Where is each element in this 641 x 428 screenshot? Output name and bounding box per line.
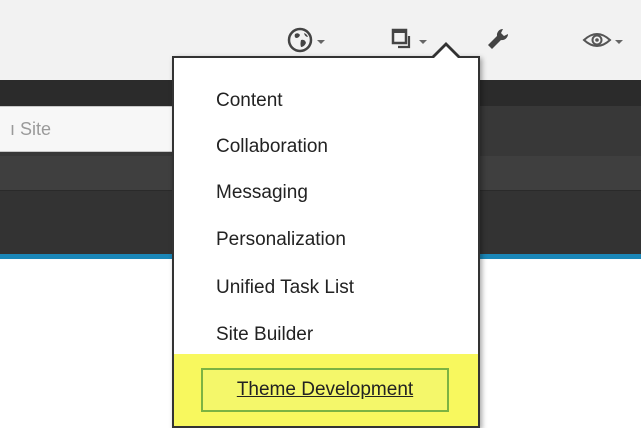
chevron-down-icon: [615, 40, 623, 44]
tools-button[interactable]: [484, 22, 514, 58]
menu-item-unified-task-list[interactable]: Unified Task List: [216, 273, 354, 303]
windows-menu-button[interactable]: [390, 22, 427, 58]
menu-item-site-builder[interactable]: Site Builder: [216, 320, 313, 350]
globe-icon: [287, 27, 313, 53]
menu-item-messaging[interactable]: Messaging: [216, 178, 308, 208]
chevron-down-icon: [419, 40, 427, 44]
site-search-input[interactable]: ı Site: [0, 106, 185, 152]
highlighted-region: Theme Development: [174, 354, 478, 426]
menu-item-label: Theme Development: [236, 379, 414, 400]
menu-item-content[interactable]: Content: [216, 86, 283, 116]
menu-pointer-inner: [434, 46, 458, 58]
globe-menu-button[interactable]: [286, 22, 325, 58]
search-placeholder: ı Site: [10, 118, 52, 139]
menu-item-personalization[interactable]: Personalization: [216, 225, 346, 255]
eye-icon: [582, 33, 612, 47]
menu-item-collaboration[interactable]: Collaboration: [216, 132, 328, 162]
windows-icon: [391, 28, 411, 49]
dropdown-menu: Content Collaboration Messaging Personal…: [172, 56, 480, 428]
view-menu-button[interactable]: [582, 22, 623, 58]
wrench-icon: [488, 28, 509, 49]
chevron-down-icon: [317, 40, 325, 44]
menu-item-theme-development[interactable]: Theme Development: [201, 368, 449, 412]
